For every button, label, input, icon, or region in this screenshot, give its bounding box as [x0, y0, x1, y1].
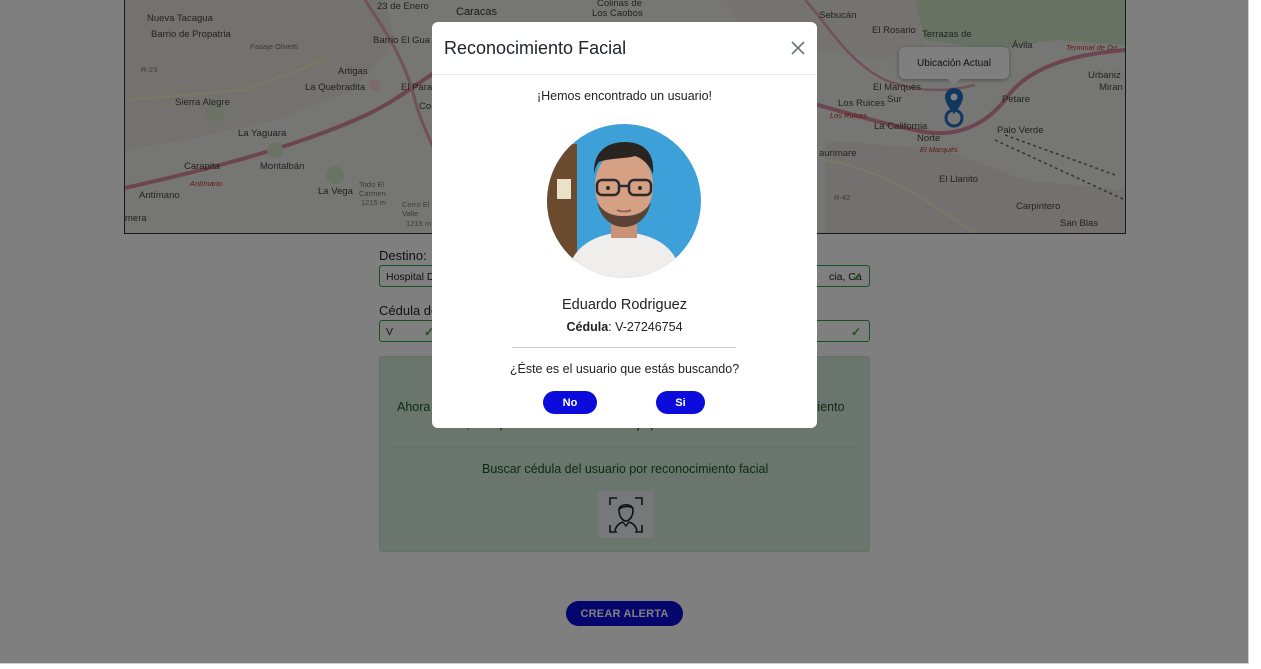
user-photo	[547, 124, 701, 278]
modal-title: Reconocimiento Facial	[444, 38, 627, 58]
confirmation-question: ¿Éste es el usuario que estás buscando?	[509, 362, 740, 376]
close-icon[interactable]	[790, 40, 806, 56]
facial-recognition-modal: Reconocimiento Facial ¡Hemos encontrado …	[432, 22, 817, 428]
no-button[interactable]: No	[543, 391, 597, 414]
found-user-message: ¡Hemos encontrado un usuario!	[536, 89, 713, 103]
cedula-key: Cédula	[566, 320, 609, 334]
cedula-value: : V-27246754	[608, 320, 683, 334]
user-name: Eduardo Rodriguez	[562, 297, 687, 313]
modal-divider	[512, 347, 736, 348]
yes-button[interactable]: Si	[656, 391, 705, 414]
user-cedula: Cédula: V-27246754	[432, 320, 817, 334]
modal-header: Reconocimiento Facial	[432, 22, 817, 75]
